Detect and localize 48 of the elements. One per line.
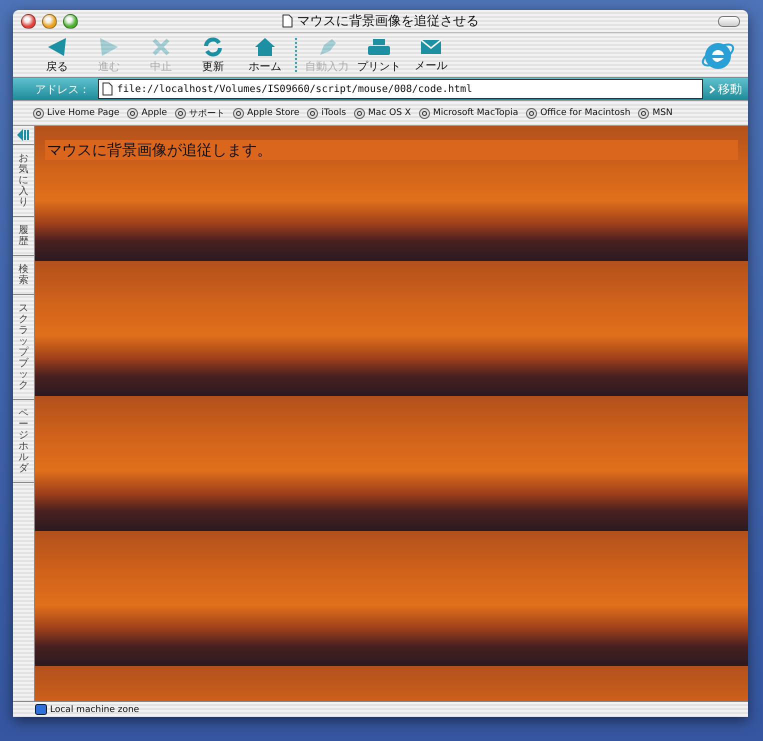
at-sign-icon [307,108,318,118]
chevron-icon [709,84,715,94]
favorite-link[interactable]: Office for Macintosh [526,108,630,118]
at-sign-icon [33,108,44,118]
at-sign-icon [175,108,186,118]
minimize-button[interactable] [42,14,57,28]
globe-zone-icon [35,704,47,715]
sidebar-tab[interactable]: スクラップブック [13,295,34,400]
favorite-link[interactable]: Live Home Page [33,108,120,118]
envelope-icon [420,38,442,56]
status-text: Local machine zone [50,704,140,714]
left-arrow-icon [46,36,68,56]
x-icon [151,36,171,56]
favorite-link[interactable]: MSN [638,108,673,118]
at-sign-icon [233,108,244,118]
page-message: マウスに背景画像が追従します。 [45,140,738,160]
address-label: アドレス： [34,82,91,96]
house-icon [254,36,276,56]
printer-icon [367,36,391,56]
favorite-link[interactable]: サポート [175,106,226,120]
toolbar-button[interactable]: 戻る [31,35,83,75]
zoom-button[interactable] [63,14,78,28]
refresh-icon [202,36,224,56]
at-sign-icon [354,108,366,118]
close-button[interactable] [21,14,36,28]
sidebar-tab[interactable]: 検索 [13,256,34,295]
toolbar-button[interactable]: プリント [353,35,405,75]
at-sign-icon [526,108,538,118]
sidebar-tab[interactable]: ページホルダ [13,400,34,483]
window-title: マウスに背景画像を追従させる [297,13,479,30]
favorite-link[interactable]: Mac OS X [354,108,411,118]
right-arrow-icon [98,36,120,56]
at-sign-icon [127,108,138,118]
favorite-link[interactable]: iTools [307,108,346,118]
at-sign-icon [418,108,430,118]
toolbar-button[interactable]: 更新 [187,35,239,75]
at-sign-icon [638,108,650,118]
favorite-link[interactable]: Apple Store [233,108,300,118]
toolbar-button[interactable]: ホーム [239,35,291,75]
toolbar-toggle-button[interactable] [718,16,740,26]
toolbar-button[interactable]: メール [405,35,457,75]
sidebar-tab[interactable]: お気に入り [13,145,34,217]
favorite-link[interactable]: Apple [127,108,168,118]
address-field[interactable]: file://localhost/Volumes/IS09660/script/mouse/008/code.html [98,79,703,99]
document-icon [102,82,113,96]
sidebar-tab[interactable]: 履歴 [13,217,34,256]
document-icon [282,14,293,28]
favorite-link[interactable]: Microsoft MacTopia [418,108,518,118]
